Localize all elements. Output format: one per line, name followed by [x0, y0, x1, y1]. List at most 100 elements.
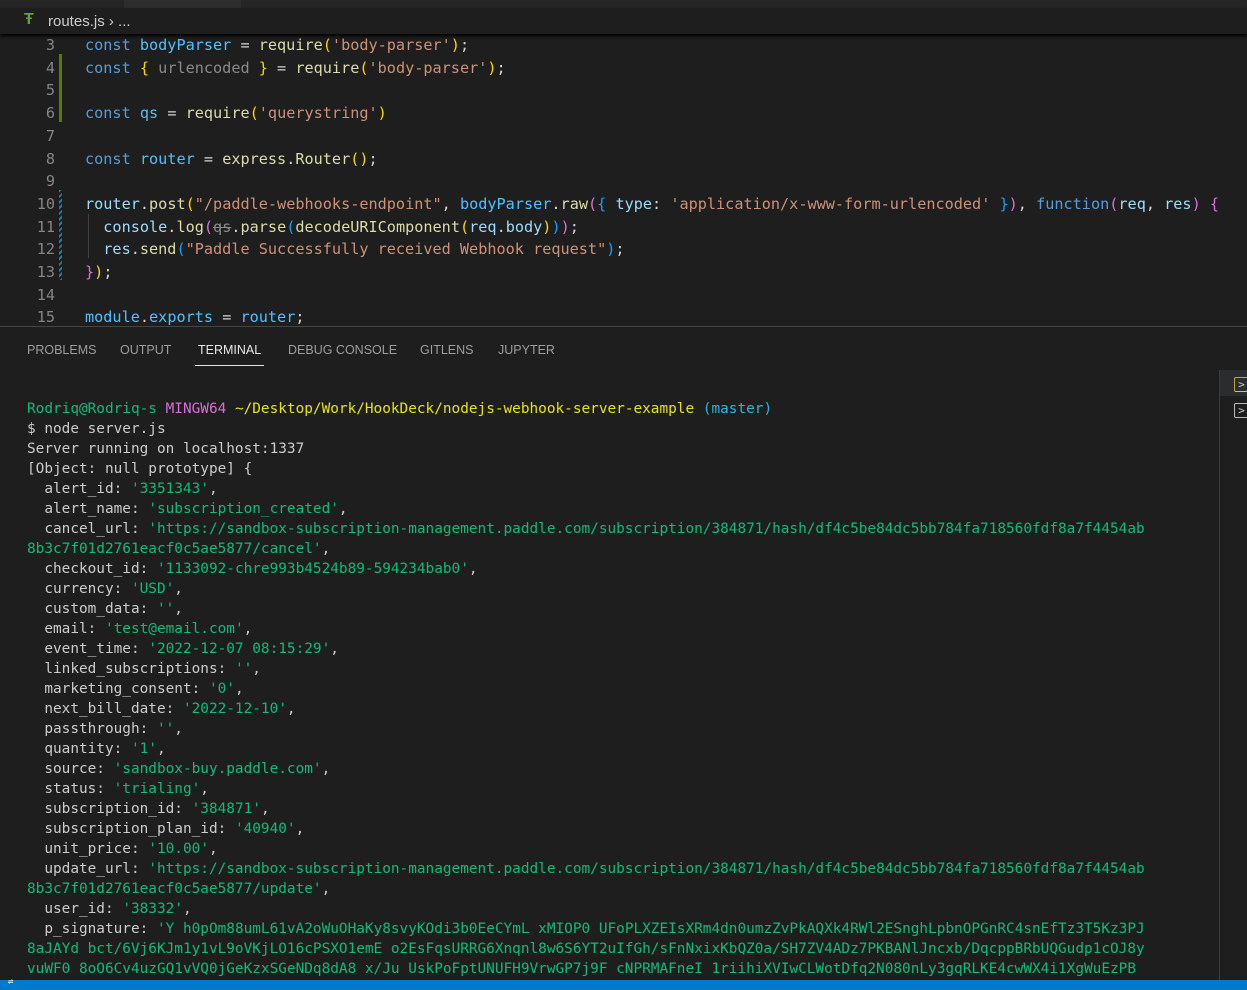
- editor-tab[interactable]: [124, 0, 241, 8]
- code-line[interactable]: 14: [0, 284, 1247, 306]
- tab-terminal[interactable]: TERMINAL: [194, 343, 265, 366]
- line-number: 4: [45, 58, 55, 77]
- terminal-token: source:: [27, 761, 114, 777]
- terminal-token: 8b3c7f01d2761eacf0c5ae5877/cancel': [27, 541, 322, 557]
- terminal-token: ,: [468, 561, 478, 577]
- terminal-token: next_bill_date:: [27, 701, 183, 717]
- terminal-line: cancel_url: 'https://sandbox-subscriptio…: [27, 519, 1144, 539]
- terminal-output[interactable]: Rodriq@Rodriq-s MINGW64 ~/Desktop/Work/H…: [27, 399, 1145, 979]
- code-token: 'body-parser': [368, 58, 488, 77]
- terminal-token: email:: [27, 621, 105, 637]
- terminal-icon[interactable]: >: [1234, 403, 1247, 418]
- code-token: "/paddle-webhooks-endpoint": [194, 194, 442, 213]
- code-token: require: [258, 36, 323, 54]
- terminal-line: passthrough: '',: [27, 719, 1145, 739]
- terminal-token: ,: [156, 741, 166, 757]
- terminal-line: vuWF0 8oO6Cv4uzGQ1vVQ0jGeKzxSGeNDq8dA8 x…: [27, 959, 1145, 979]
- terminal-token: user_id:: [27, 901, 123, 917]
- code-token: require: [295, 58, 360, 77]
- code-token: .: [496, 217, 506, 236]
- code-token: type: [615, 194, 653, 213]
- code-line[interactable]: 11 console.log(qs.parse(decodeURICompone…: [0, 216, 1247, 238]
- code-token: ): [606, 240, 616, 259]
- terminal-token: ,: [200, 781, 209, 797]
- terminal-icon[interactable]: >: [1234, 377, 1247, 392]
- code-line[interactable]: 4 const { urlencoded } = require('body-pa…: [0, 57, 1247, 79]
- code-token: ): [1008, 194, 1018, 213]
- terminal-token: Server running on localhost:1337: [27, 441, 305, 457]
- tab-gitlens[interactable]: GITLENS: [420, 343, 474, 357]
- tab-jupyter[interactable]: JUPYTER: [498, 343, 555, 357]
- code-token: {: [1200, 194, 1220, 213]
- code-token: ;: [295, 308, 305, 327]
- code-token: req: [469, 217, 497, 236]
- terminal-token: '': [156, 721, 175, 737]
- terminal-token: '2022-12-07 08:15:29': [148, 641, 331, 657]
- terminal-line: next_bill_date: '2022-12-10',: [27, 699, 1145, 719]
- code-token: 'querystring': [258, 104, 378, 123]
- terminal-token: quantity:: [27, 741, 131, 757]
- breadcrumb-rest[interactable]: ...: [118, 13, 131, 30]
- code-token: ): [487, 58, 497, 77]
- code-token: ;: [368, 149, 378, 168]
- remote-icon[interactable]: ⇌: [8, 977, 13, 987]
- code-token: 'body-parser': [331, 36, 451, 54]
- code-line[interactable]: 9: [0, 170, 1247, 192]
- terminal-line: user_id: '38332',: [27, 899, 1145, 919]
- terminal-line: status: 'trialing',: [27, 779, 1145, 799]
- code-editor[interactable]: 3 const bodyParser = require('body-parser…: [0, 34, 1247, 326]
- line-number: 13: [36, 263, 55, 281]
- line-number: 7: [45, 126, 55, 145]
- code-token: require: [185, 104, 250, 123]
- tab-debug-console[interactable]: DEBUG CONSOLE: [288, 343, 397, 357]
- terminal-line: alert_id: '3351343',: [27, 479, 1145, 499]
- terminal-line: alert_name: 'subscription_created',: [27, 499, 1145, 519]
- tab-problems[interactable]: PROBLEMS: [27, 343, 96, 357]
- line-number: 5: [45, 81, 55, 100]
- code-token: .: [286, 149, 296, 168]
- line-number: 9: [45, 172, 55, 191]
- code-token: ,: [441, 194, 460, 213]
- code-line[interactable]: 5: [0, 79, 1247, 101]
- terminal-token: ,: [295, 821, 305, 837]
- code-line[interactable]: 7: [0, 125, 1247, 147]
- code-line[interactable]: 12 res.send("Paddle Successfully receive…: [0, 238, 1247, 260]
- tab-output[interactable]: OUTPUT: [120, 343, 171, 357]
- code-token: (: [322, 36, 332, 54]
- terminal-line: subscription_id: '384871',: [27, 799, 1145, 819]
- terminal-token: ,: [208, 841, 218, 857]
- terminal-token: Rodriq@Rodriq-s: [27, 401, 166, 417]
- code-token: res: [85, 240, 131, 259]
- code-token: :: [652, 194, 671, 213]
- terminal-line: Server running on localhost:1337: [27, 439, 1145, 459]
- code-token: log: [176, 217, 204, 236]
- code-line[interactable]: 3 const bodyParser = require('body-parser…: [0, 34, 1247, 56]
- code-token: const: [85, 36, 140, 54]
- terminal-token: subscription_id:: [27, 801, 192, 817]
- code-token: const: [85, 104, 140, 123]
- breadcrumb-file[interactable]: routes.js › ...: [48, 13, 131, 30]
- code-line[interactable]: 10 router.post("/paddle-webhooks-endpoint…: [0, 193, 1247, 215]
- terminal-token: ,: [286, 701, 296, 717]
- code-token: router: [139, 149, 195, 168]
- terminal-token: status:: [27, 781, 114, 797]
- code-line[interactable]: 13});: [0, 261, 1247, 283]
- code-token: .: [139, 194, 150, 213]
- code-text: console.log(qs.parse(decodeURIComponent(…: [85, 216, 579, 238]
- code-token: function: [1036, 194, 1110, 213]
- breadcrumb: Ŧ routes.js › ...: [0, 8, 1247, 34]
- code-text: res.send("Paddle Successfully received W…: [85, 238, 624, 260]
- terminal-token: $ node server.js: [27, 421, 166, 437]
- terminal-token: ~/Desktop/Work/HookDeck/nodejs-webhook-s…: [234, 401, 703, 417]
- terminal-token: linked_subscriptions:: [27, 661, 235, 677]
- code-token: exports: [149, 308, 214, 327]
- terminal-token: MINGW64: [165, 401, 235, 417]
- code-token: =: [267, 58, 296, 77]
- code-line[interactable]: 8 const router = express.Router();: [0, 148, 1247, 170]
- terminal-token: passthrough:: [27, 721, 157, 737]
- code-line[interactable]: 6 const qs = require('querystring'): [0, 102, 1247, 124]
- code-token: express: [222, 149, 287, 168]
- terminal-line: 8aJAYd bct/6Vj6KJm1y1vL9oVKjLO16cPSXO1em…: [27, 939, 1145, 959]
- code-text: });: [85, 261, 112, 283]
- code-text: router.post("/paddle-webhooks-endpoint",…: [85, 193, 1219, 215]
